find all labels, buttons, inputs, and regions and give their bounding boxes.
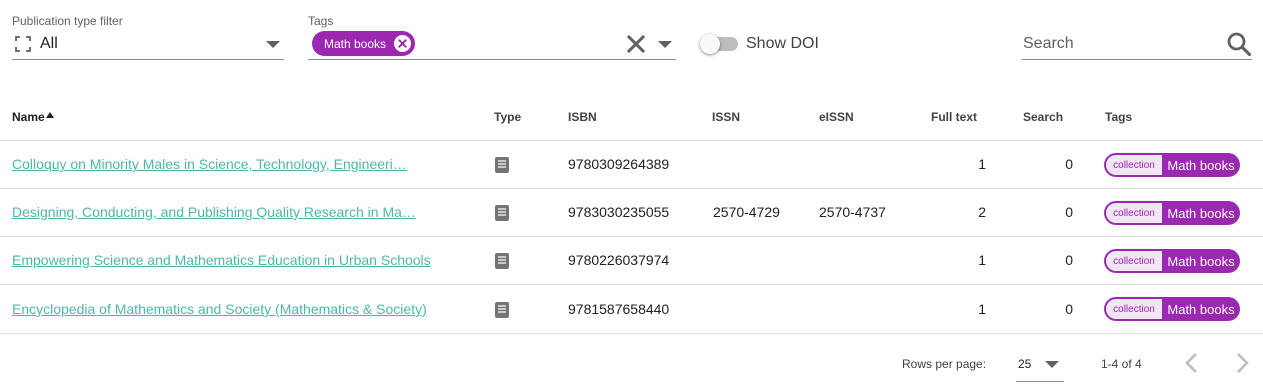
sort-ascending-icon xyxy=(45,112,54,118)
tag-chip-label: Math books xyxy=(324,36,387,51)
header-divider xyxy=(0,140,1263,141)
tags-filter[interactable]: Tags Math books xyxy=(308,14,676,60)
row-divider xyxy=(0,188,1263,189)
tag-kind-label: collection xyxy=(1106,251,1162,271)
search-count: 0 xyxy=(1065,156,1073,172)
tag-chip-math-books[interactable]: Math books xyxy=(312,31,416,56)
tag-name-label: Math books xyxy=(1167,205,1235,221)
column-header-issn: ISSN xyxy=(712,110,741,124)
tag-badge[interactable]: collection Math books xyxy=(1104,249,1240,273)
tag-badge[interactable]: collection Math books xyxy=(1104,297,1240,321)
doi-switch[interactable] xyxy=(700,34,738,54)
column-header-eissn: eISSN xyxy=(819,110,854,124)
show-doi-label: Show DOI xyxy=(746,35,819,52)
previous-page-icon[interactable] xyxy=(1180,350,1204,376)
remove-chip-icon[interactable] xyxy=(394,35,412,52)
search-underline xyxy=(1022,59,1252,60)
search-input[interactable]: Search xyxy=(1023,35,1074,53)
rows-per-page-underline xyxy=(1016,381,1064,382)
rows-per-page-select[interactable]: 25 xyxy=(1016,354,1064,382)
isbn-cell: 9780309264389 xyxy=(568,156,670,172)
publication-type-underline xyxy=(12,59,284,60)
search-count: 0 xyxy=(1065,301,1073,317)
rows-per-page-label: Rows per page: xyxy=(902,357,987,371)
publication-name-link[interactable]: Designing, Conducting, and Publishing Qu… xyxy=(12,204,416,220)
publication-type-value: All xyxy=(40,35,58,52)
isbn-cell: 9783030235055 xyxy=(568,204,670,220)
full-text-count: 2 xyxy=(978,204,986,220)
publication-name-link[interactable]: Encyclopedia of Mathematics and Society … xyxy=(12,301,427,317)
column-header-name[interactable]: Name xyxy=(12,110,54,124)
column-header-name-label: Name xyxy=(12,110,45,124)
full-text-count: 1 xyxy=(978,252,986,268)
tag-name-label: Math books xyxy=(1167,157,1235,173)
isbn-cell: 9780226037974 xyxy=(568,252,670,268)
search-count: 0 xyxy=(1065,204,1073,220)
search-field[interactable]: Search xyxy=(1022,28,1252,60)
book-icon xyxy=(495,253,509,269)
isbn-cell: 9781587658440 xyxy=(568,301,670,317)
column-header-tags: Tags xyxy=(1105,110,1133,124)
book-icon xyxy=(495,302,509,318)
column-header-full-text: Full text xyxy=(931,110,978,124)
tag-kind-label: collection xyxy=(1106,155,1162,175)
eissn-cell: 2570-4737 xyxy=(819,204,886,220)
tag-kind-label: collection xyxy=(1106,203,1162,223)
search-count: 0 xyxy=(1065,252,1073,268)
full-text-count: 1 xyxy=(978,301,986,317)
tag-badge[interactable]: collection Math books xyxy=(1104,201,1240,225)
chevron-down-icon[interactable] xyxy=(266,41,280,48)
book-icon xyxy=(495,157,509,173)
clear-icon[interactable] xyxy=(626,34,646,54)
tag-name-label: Math books xyxy=(1167,253,1235,269)
tags-underline xyxy=(308,59,676,60)
chevron-down-icon xyxy=(1045,361,1059,368)
book-icon xyxy=(495,205,509,221)
full-text-count: 1 xyxy=(978,156,986,172)
tag-name-label: Math books xyxy=(1167,301,1235,317)
tags-filter-label: Tags xyxy=(308,14,334,28)
publication-name-link[interactable]: Colloquy on Minority Males in Science, T… xyxy=(12,156,407,172)
row-divider xyxy=(0,333,1263,334)
switch-thumb[interactable] xyxy=(700,34,720,54)
issn-cell: 2570-4729 xyxy=(713,204,780,220)
pagination-range: 1-4 of 4 xyxy=(1101,357,1142,371)
search-icon[interactable] xyxy=(1226,31,1252,57)
column-header-isbn: ISBN xyxy=(568,110,597,124)
column-header-type: Type xyxy=(494,110,522,124)
row-divider xyxy=(0,284,1263,285)
chevron-down-icon[interactable] xyxy=(658,41,672,48)
column-header-search: Search xyxy=(1023,110,1064,124)
show-doi-toggle[interactable]: Show DOI xyxy=(700,33,819,55)
next-page-icon[interactable] xyxy=(1230,350,1254,376)
tag-kind-label: collection xyxy=(1106,299,1162,319)
tag-badge[interactable]: collection Math books xyxy=(1104,153,1240,177)
fullscreen-icon xyxy=(15,36,31,52)
publication-type-filter-label: Publication type filter xyxy=(12,14,123,28)
row-divider xyxy=(0,236,1263,237)
publication-name-link[interactable]: Empowering Science and Mathematics Educa… xyxy=(12,252,431,268)
publication-type-filter[interactable]: Publication type filter All xyxy=(12,14,284,60)
rows-per-page-value: 25 xyxy=(1018,357,1032,371)
